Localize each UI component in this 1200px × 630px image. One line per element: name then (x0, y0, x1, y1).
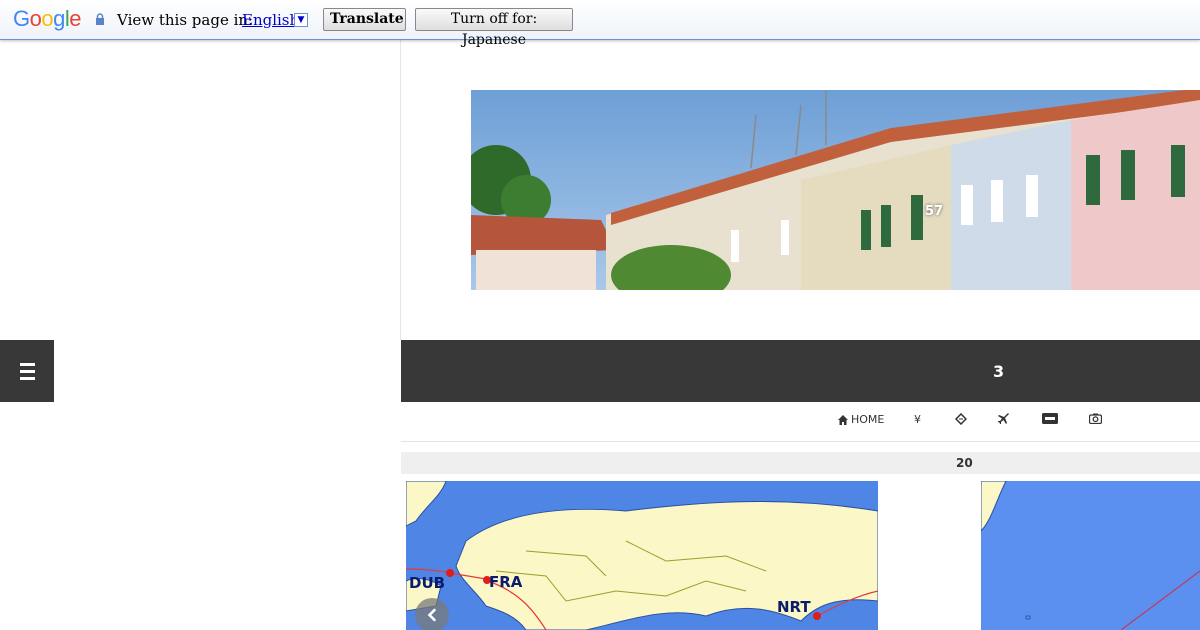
logo-letter: e (69, 6, 82, 31)
site-header-bar (401, 340, 1200, 402)
view-page-in-text: View this page in: (117, 11, 254, 29)
nav-ticket[interactable] (955, 413, 967, 425)
google-logo: Google (13, 6, 82, 32)
logo-letter: g (53, 6, 65, 31)
logo-letter: o (29, 6, 42, 31)
language-link[interactable]: English (242, 11, 299, 29)
carousel-prev-button[interactable] (415, 598, 449, 630)
map-label-dub: DUB (409, 574, 446, 592)
turn-off-button[interactable]: Turn off for: Japanese (415, 8, 573, 48)
shophouse-photo (471, 90, 1200, 290)
nav-home[interactable]: HOME (838, 413, 884, 426)
ticket-icon (955, 413, 967, 425)
world-map-2 (981, 481, 1200, 630)
chevron-left-icon (427, 608, 436, 622)
map-label-nrt: NRT (777, 598, 811, 616)
map-label-fra: FRA (489, 573, 523, 591)
nav-visa[interactable] (1042, 413, 1058, 424)
lock-icon (96, 13, 104, 25)
logo-letter: o (41, 6, 54, 31)
logo-letter: G (13, 6, 30, 31)
banner-counter: 57 (925, 204, 944, 219)
section-strip (401, 452, 1200, 474)
header-number: 3 (993, 362, 1005, 381)
banner-image (471, 90, 1200, 290)
hamburger-icon (19, 361, 35, 382)
google-translate-bar: Google View this page in: English ▼ Tran… (0, 0, 1200, 48)
route-map-second[interactable] (981, 481, 1200, 630)
menu-button[interactable] (0, 340, 54, 402)
plane-icon (998, 413, 1009, 424)
nav-yen[interactable]: ¥ (914, 413, 921, 426)
camera-icon (1089, 413, 1102, 424)
nav-camera[interactable] (1089, 413, 1102, 424)
main-nav (401, 402, 1200, 442)
section-count: 20 (956, 456, 973, 470)
sidebar-divider (400, 40, 401, 340)
yen-icon: ¥ (914, 413, 921, 426)
translate-button[interactable]: Translate (323, 8, 406, 31)
nav-plane[interactable] (998, 413, 1010, 425)
visa-icon (1042, 413, 1058, 424)
route-map-europe-asia[interactable]: DUB FRA NRT (406, 481, 878, 630)
language-dropdown-icon[interactable]: ▼ (294, 13, 308, 27)
nav-home-label: HOME (851, 413, 885, 426)
home-icon (838, 414, 848, 425)
